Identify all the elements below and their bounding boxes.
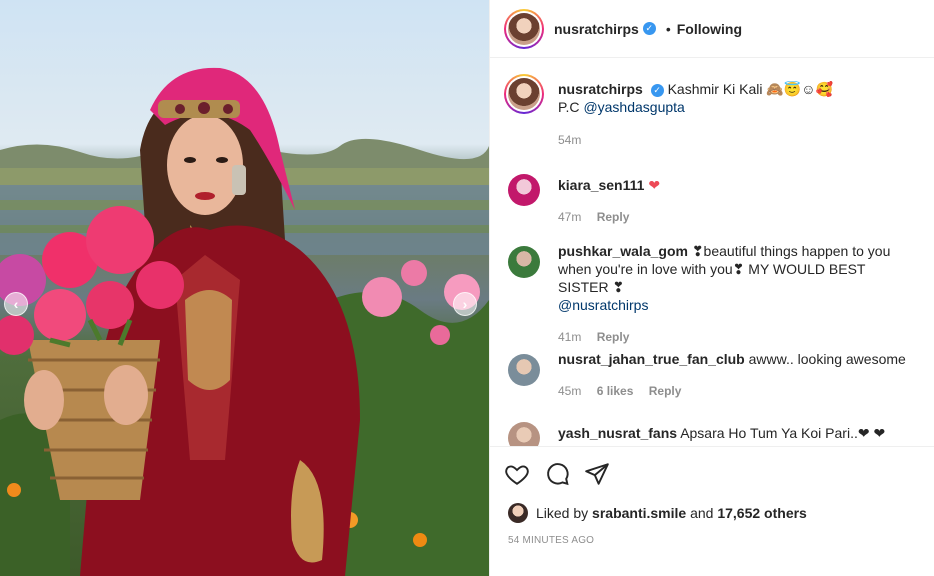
likes-count[interactable]: 17,652 others	[717, 505, 807, 521]
comment-username[interactable]: nusrat_jahan_true_fan_club	[558, 351, 745, 367]
following-button[interactable]: Following	[677, 21, 742, 37]
author-username[interactable]: nusratchirps	[554, 21, 639, 37]
previous-photo-button[interactable]: ‹	[4, 292, 28, 316]
comment-time: 47m	[558, 210, 582, 224]
comment-likes[interactable]: 6 likes	[597, 384, 634, 398]
commenter-avatar[interactable]	[508, 354, 540, 386]
post-header: nusratchirps ✓ • Following	[490, 0, 934, 58]
caption-credit-mention[interactable]: @yashdasgupta	[583, 99, 684, 115]
commenter-avatar[interactable]	[508, 174, 540, 206]
comment-username[interactable]: pushkar_wala_gom	[558, 243, 688, 259]
verified-badge-icon: ✓	[650, 83, 664, 97]
caption-time: 54m	[558, 133, 582, 147]
chevron-left-icon: ‹	[13, 296, 19, 312]
caption-credit-prefix: P.C	[558, 99, 584, 115]
chevron-right-icon: ›	[462, 296, 468, 312]
reply-button[interactable]: Reply	[597, 210, 630, 224]
verified-badge-icon: ✓	[642, 22, 656, 35]
likes-middle: and	[690, 505, 714, 521]
comment-item: yash_nusrat_fans Apsara Ho Tum Ya Koi Pa…	[504, 418, 920, 446]
comment-mention[interactable]: @nusratchirps	[558, 297, 648, 313]
post-timestamp[interactable]: 54 MINUTES AGO	[508, 535, 594, 546]
comment-text: Apsara Ho Tum Ya Koi Pari..❤ ❤	[680, 425, 886, 441]
liker-username[interactable]: srabanti.smile	[592, 505, 686, 521]
comment-username[interactable]: yash_nusrat_fans	[558, 425, 677, 441]
commenter-avatar[interactable]	[508, 422, 540, 446]
comments-list[interactable]: nusratchirps ✓ Kashmir Ki Kali 🙈😇☺🥰 P.C …	[490, 58, 934, 446]
likes-summary[interactable]: Liked by srabanti.smile and 17,652 other…	[508, 503, 807, 523]
commenter-avatar[interactable]	[508, 246, 540, 278]
caption-username[interactable]: nusratchirps	[558, 81, 643, 97]
comment-username[interactable]: kiara_sen111	[558, 177, 644, 193]
post-detail-panel: nusratchirps ✓ • Following nusratchirps …	[489, 0, 934, 576]
comment-item: kiara_sen111 ❤ 47m Reply	[504, 170, 920, 226]
separator-dot: •	[665, 20, 671, 37]
photo-illustration	[0, 67, 489, 576]
next-photo-button[interactable]: ›	[453, 292, 477, 316]
comment-icon[interactable]	[544, 461, 570, 487]
caption: nusratchirps ✓ Kashmir Ki Kali 🙈😇☺🥰 P.C …	[504, 74, 920, 149]
post-photo[interactable]: ‹ ›	[0, 0, 489, 576]
share-icon[interactable]	[584, 461, 610, 487]
likes-prefix: Liked by	[536, 505, 589, 521]
comment-text: awww.. looking awesome	[748, 351, 906, 367]
caption-avatar[interactable]	[504, 74, 544, 114]
liker-avatar[interactable]	[508, 503, 528, 523]
caption-text: Kashmir Ki Kali 🙈😇☺🥰	[667, 81, 833, 97]
comment-time: 41m	[558, 330, 582, 344]
reply-button[interactable]: Reply	[649, 384, 682, 398]
post-actions: Liked by srabanti.smile and 17,652 other…	[490, 446, 934, 576]
comment-text: ❤	[648, 177, 661, 193]
author-avatar[interactable]	[504, 8, 544, 49]
comment-time: 45m	[558, 384, 582, 398]
reply-button[interactable]: Reply	[597, 330, 630, 344]
comment-item: nusrat_jahan_true_fan_club awww.. lookin…	[504, 350, 920, 400]
like-heart-icon[interactable]	[504, 461, 530, 487]
comment-item: pushkar_wala_gom ❣beautiful things happe…	[504, 242, 920, 346]
